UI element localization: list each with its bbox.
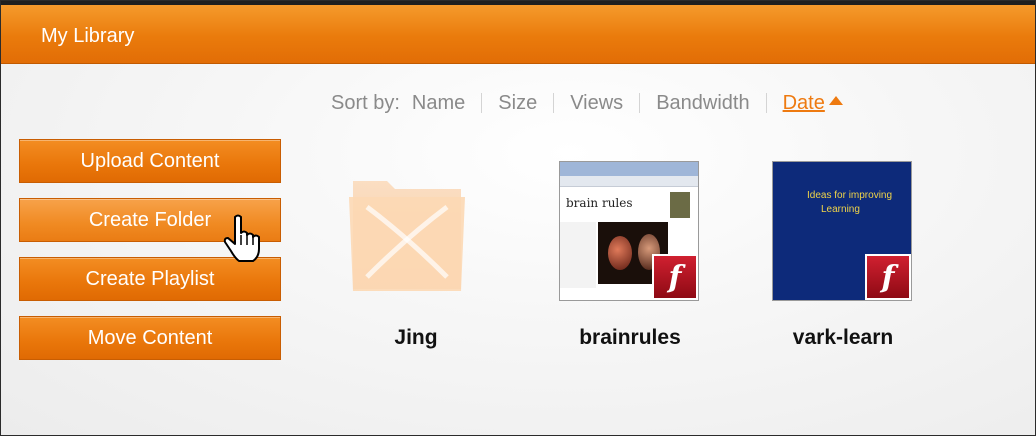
- flash-icon: f: [865, 254, 911, 300]
- upload-content-button[interactable]: Upload Content: [19, 139, 281, 183]
- create-playlist-button[interactable]: Create Playlist: [19, 257, 281, 301]
- folder-icon: [349, 181, 465, 291]
- video-thumbnail: Ideas for improving Learning f: [772, 161, 912, 301]
- divider: [553, 93, 555, 113]
- browser-toolbar: [560, 176, 698, 187]
- divider: [639, 93, 641, 113]
- item-name: Jing: [394, 326, 438, 349]
- divider: [765, 93, 767, 113]
- sort-bar: Sort by: Name Size Views Bandwidth Date: [331, 90, 843, 116]
- library-item-folder[interactable]: Jing: [345, 161, 487, 361]
- sort-option-date[interactable]: Date: [783, 92, 825, 115]
- thumbnail-title: brain rules: [566, 196, 633, 210]
- thumbnail-face: [608, 236, 632, 270]
- header-bar: My Library: [1, 5, 1035, 64]
- thumbnail-photo: [670, 192, 690, 218]
- thumbnail-text: Learning: [821, 204, 860, 215]
- sort-label: Sort by:: [331, 91, 400, 114]
- page-title: My Library: [41, 25, 135, 47]
- item-name: vark-learn: [792, 326, 894, 349]
- thumbnail-text: Ideas for improving: [807, 190, 893, 201]
- thumbnail-sidebar: [560, 222, 596, 288]
- triangle-up-icon[interactable]: [828, 95, 843, 105]
- library-item-video[interactable]: Ideas for improving Learning f vark-lear…: [772, 161, 914, 361]
- sort-option-name[interactable]: Name: [412, 92, 465, 115]
- sort-option-size[interactable]: Size: [498, 92, 537, 115]
- divider: [481, 93, 483, 113]
- library-item-video[interactable]: brain rules f brainrules: [559, 161, 701, 361]
- sort-option-views[interactable]: Views: [570, 92, 623, 115]
- browser-chrome: [560, 162, 698, 176]
- library-panel: My Library Sort by: Name Size Views Band…: [0, 0, 1036, 436]
- sort-option-bandwidth[interactable]: Bandwidth: [656, 92, 749, 115]
- flash-icon: f: [652, 254, 698, 300]
- move-content-button[interactable]: Move Content: [19, 316, 281, 360]
- video-thumbnail: brain rules f: [559, 161, 699, 301]
- hand-cursor-icon: [223, 214, 260, 262]
- item-name: brainrules: [579, 326, 681, 349]
